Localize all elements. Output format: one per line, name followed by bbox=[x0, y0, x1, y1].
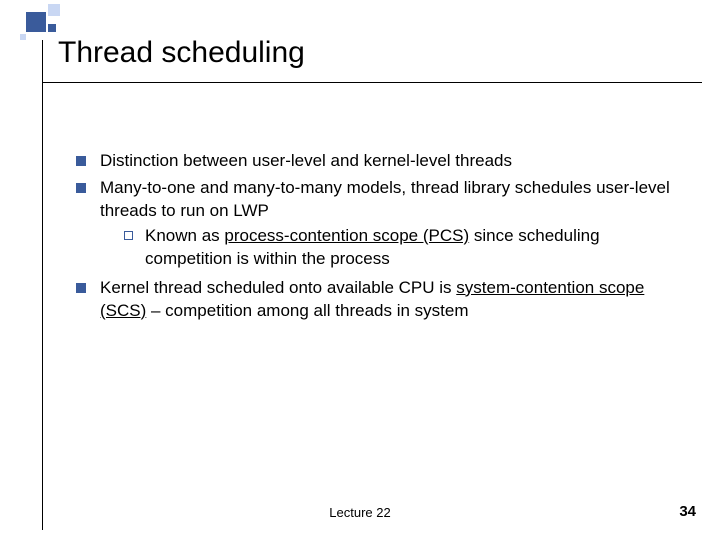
bullet-text: Many-to-one and many-to-many models, thr… bbox=[100, 177, 676, 273]
deco-square bbox=[20, 34, 26, 40]
bullet-item: Distinction between user-level and kerne… bbox=[76, 150, 676, 173]
hollow-square-bullet-icon bbox=[124, 231, 133, 240]
square-bullet-icon bbox=[76, 156, 86, 166]
square-bullet-icon bbox=[76, 283, 86, 293]
deco-square bbox=[48, 24, 56, 32]
footer-lecture-label: Lecture 22 bbox=[0, 505, 720, 520]
text-span: – competition among all threads in syste… bbox=[146, 301, 468, 320]
square-bullet-icon bbox=[76, 183, 86, 193]
text-span: Kernel thread scheduled onto available C… bbox=[100, 278, 456, 297]
sub-bullet-text: Known as process-contention scope (PCS) … bbox=[145, 225, 676, 271]
bullet-text-span: Many-to-one and many-to-many models, thr… bbox=[100, 178, 670, 220]
deco-square bbox=[48, 4, 60, 16]
bullet-text: Kernel thread scheduled onto available C… bbox=[100, 277, 676, 323]
bullet-text: Distinction between user-level and kerne… bbox=[100, 150, 676, 173]
sub-bullet-item: Known as process-contention scope (PCS) … bbox=[124, 225, 676, 271]
slide-title: Thread scheduling bbox=[58, 36, 305, 70]
slide-body: Distinction between user-level and kerne… bbox=[76, 150, 676, 327]
vertical-divider bbox=[42, 40, 43, 530]
horizontal-divider bbox=[42, 82, 702, 83]
text-span: Known as bbox=[145, 226, 224, 245]
slide: Thread scheduling Distinction between us… bbox=[0, 0, 720, 540]
underlined-term: process-contention scope (PCS) bbox=[224, 226, 469, 245]
page-number: 34 bbox=[679, 503, 696, 520]
deco-square bbox=[26, 12, 46, 32]
bullet-item: Kernel thread scheduled onto available C… bbox=[76, 277, 676, 323]
bullet-item: Many-to-one and many-to-many models, thr… bbox=[76, 177, 676, 273]
